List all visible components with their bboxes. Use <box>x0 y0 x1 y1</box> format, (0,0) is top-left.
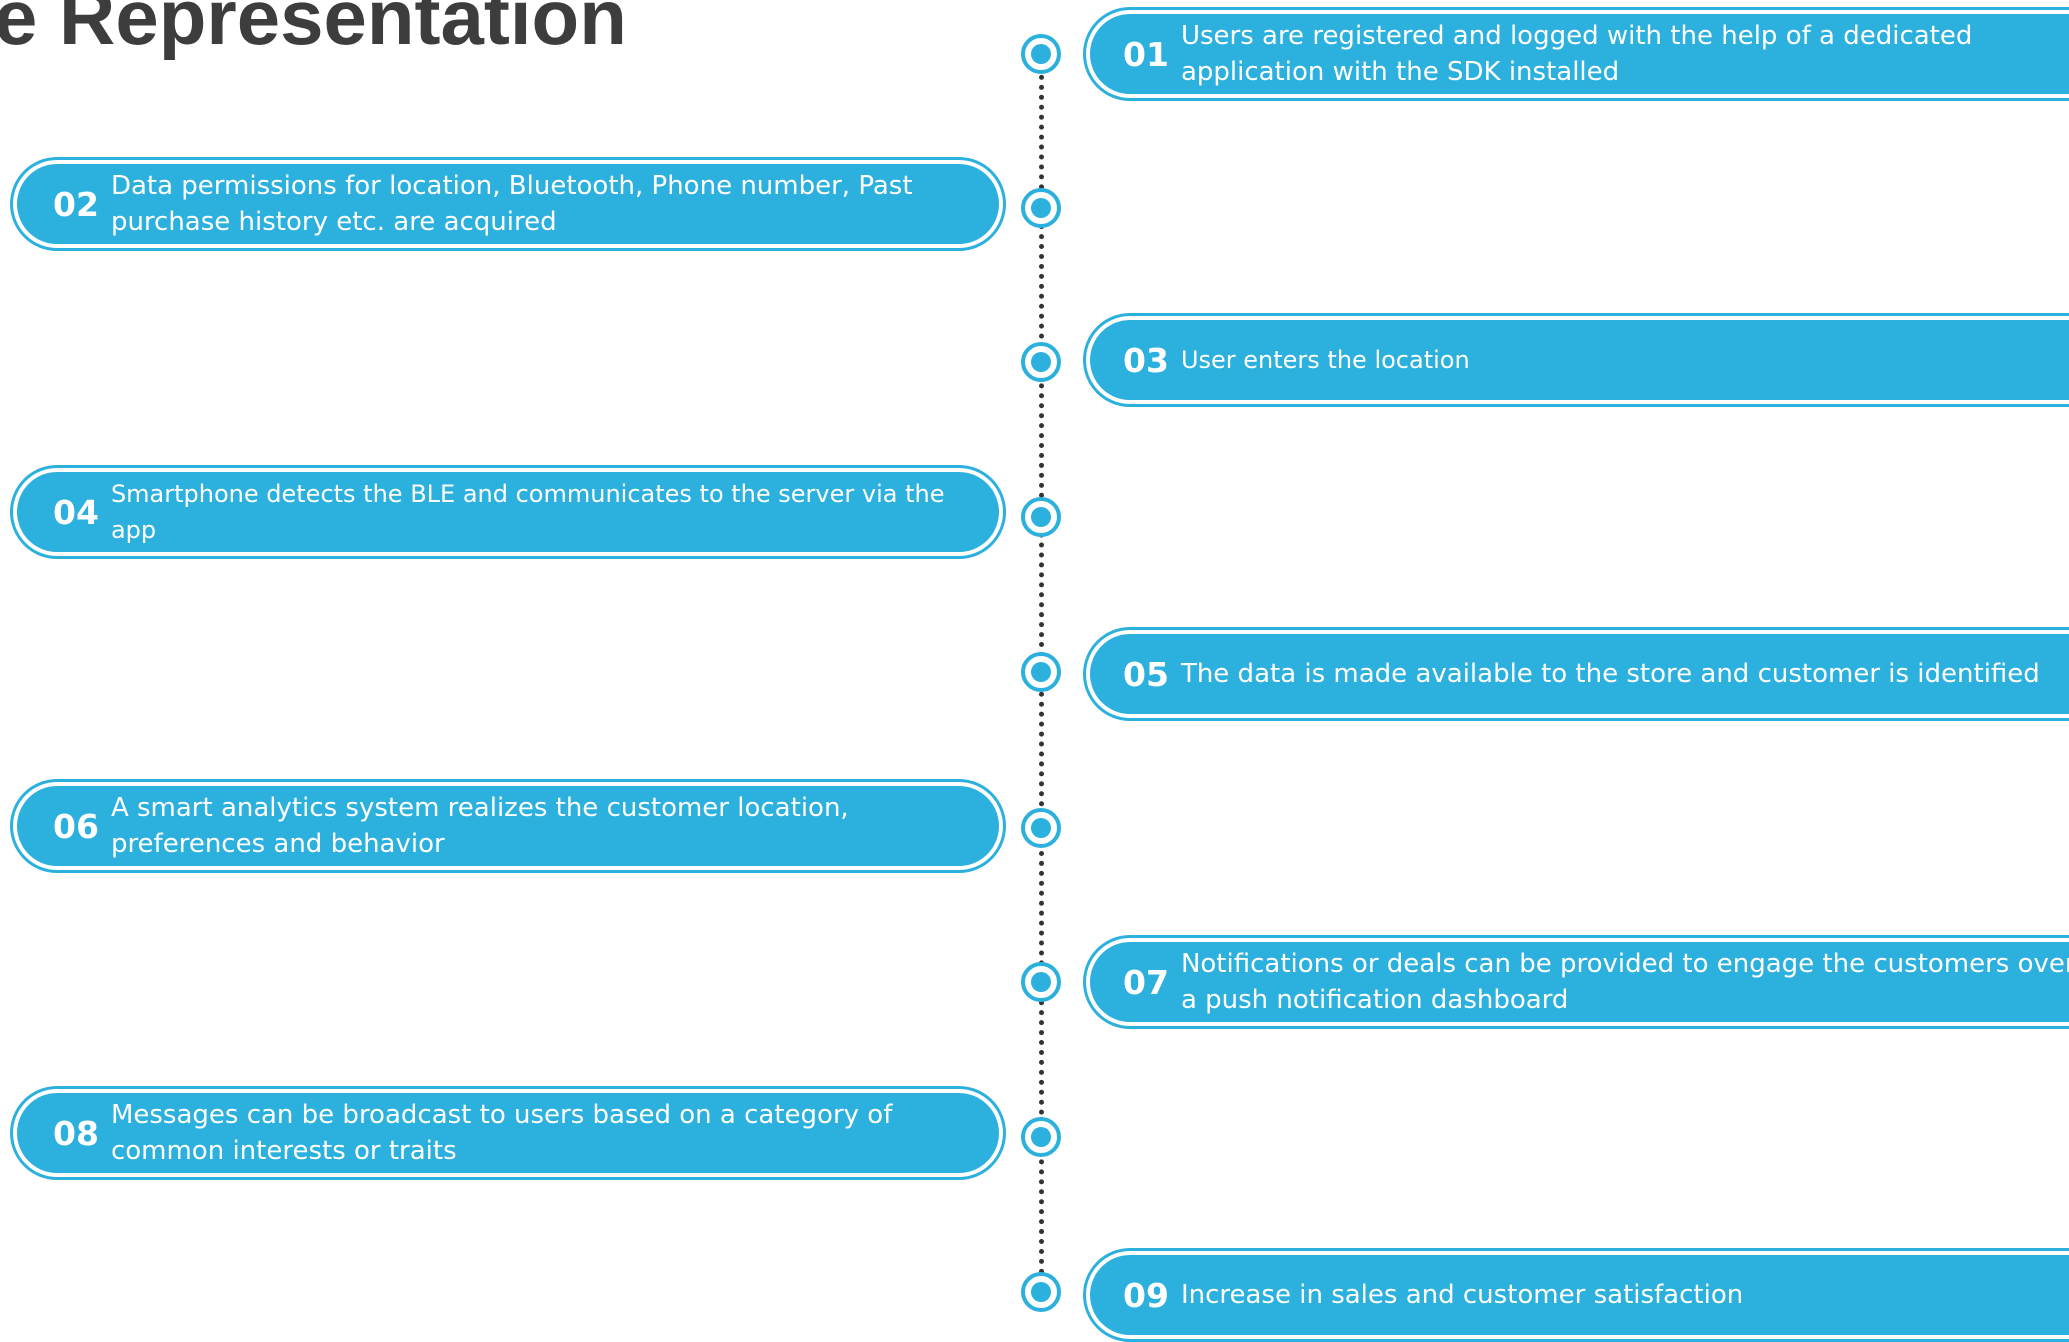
step-text: Smartphone detects the BLE and communica… <box>110 480 945 544</box>
step-number: 06 <box>53 806 99 846</box>
step-07: 07 Notifications or deals can be provide… <box>1083 935 2069 1029</box>
step-08: 08 Messages can be broadcast to users ba… <box>10 1086 1006 1180</box>
step-number: 07 <box>1123 962 1169 1002</box>
timeline-node-01 <box>1021 34 1061 74</box>
step-text: Data permissions for location, Bluetooth… <box>110 171 913 237</box>
step-text: Notifications or deals can be provided t… <box>1180 949 2069 1015</box>
timeline-node-06 <box>1021 808 1061 848</box>
timeline-node-04 <box>1021 497 1061 537</box>
step-text: The data is made available to the store … <box>1180 659 2040 689</box>
timeline-node-05 <box>1021 652 1061 692</box>
timeline-node-07 <box>1021 962 1061 1002</box>
timeline-node-02 <box>1021 188 1061 228</box>
step-number: 04 <box>53 492 99 532</box>
step-02: 02 Data permissions for location, Blueto… <box>10 157 1006 251</box>
step-03: 03 User enters the location <box>1083 313 2069 407</box>
page-title: e Representation <box>0 0 627 61</box>
timeline-node-09 <box>1021 1272 1061 1312</box>
step-09: 09 Increase in sales and customer satisf… <box>1083 1248 2069 1342</box>
step-text: User enters the location <box>1180 346 1470 374</box>
step-number: 05 <box>1123 654 1169 694</box>
step-number: 02 <box>53 184 99 224</box>
step-number: 09 <box>1123 1275 1169 1315</box>
step-number: 01 <box>1123 34 1169 74</box>
timeline-node-08 <box>1021 1117 1061 1157</box>
step-number: 03 <box>1123 340 1169 380</box>
step-05: 05 The data is made available to the sto… <box>1083 627 2069 721</box>
step-04: 04 Smartphone detects the BLE and commun… <box>10 465 1006 559</box>
step-text: Increase in sales and customer satisfact… <box>1180 1280 1744 1310</box>
step-06: 06 A smart analytics system realizes the… <box>10 779 1006 873</box>
timeline-node-03 <box>1021 342 1061 382</box>
step-01: 01 Users are registered and logged with … <box>1083 7 2069 101</box>
step-text: Messages can be broadcast to users based… <box>110 1100 893 1166</box>
step-text: Users are registered and logged with the… <box>1180 21 1973 87</box>
step-text: A smart analytics system realizes the cu… <box>110 793 849 859</box>
step-number: 08 <box>53 1113 99 1153</box>
